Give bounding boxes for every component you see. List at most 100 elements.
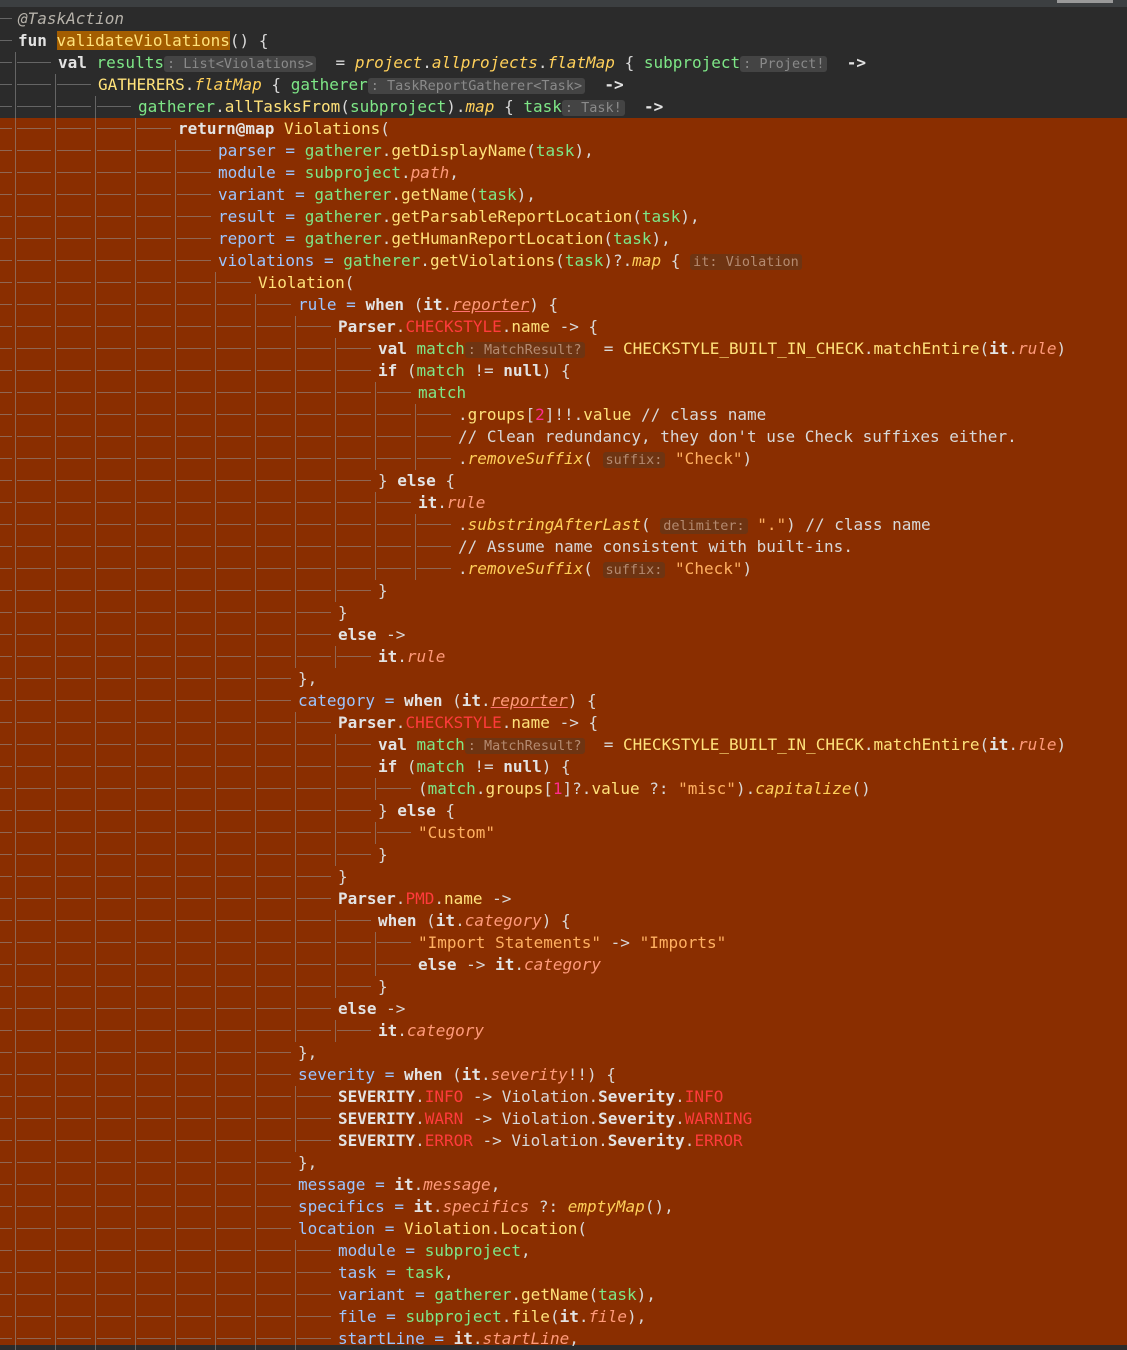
code-line[interactable]: startLine = it.startLine, — [0, 1328, 1127, 1350]
indent-guide — [55, 932, 56, 954]
code-line[interactable]: if (match != null) { — [0, 756, 1127, 778]
indent-dash — [337, 964, 371, 965]
code-line[interactable]: file = subproject.file(it.file), — [0, 1306, 1127, 1328]
code-line[interactable]: else -> — [0, 624, 1127, 646]
code-line[interactable]: if (match != null) { — [0, 360, 1127, 382]
code-line[interactable]: module = subproject.path, — [0, 162, 1127, 184]
indent-dash — [17, 766, 51, 767]
code-editor[interactable]: @TaskAction fun validateViolations() {val… — [0, 8, 1127, 1350]
code-line[interactable]: fun validateViolations() { — [0, 30, 1127, 52]
code-token: , — [521, 1241, 531, 1260]
gutter-dash — [0, 1052, 12, 1053]
code-token: it — [559, 1307, 579, 1326]
gutter-dash — [0, 1140, 12, 1141]
code-line[interactable]: location = Violation.Location( — [0, 1218, 1127, 1240]
code-token: it — [989, 735, 1009, 754]
code-line[interactable]: } — [0, 976, 1127, 998]
code-line[interactable]: severity = when (it.severity!!) { — [0, 1064, 1127, 1086]
indent-guide — [215, 822, 216, 844]
indent-dash — [217, 634, 251, 635]
code-line[interactable]: // Assume name consistent with built-ins… — [0, 536, 1127, 558]
code-token: ( — [583, 449, 603, 468]
code-line[interactable]: val match: MatchResult? = CHECKSTYLE_BUI… — [0, 734, 1127, 756]
indent-dash — [177, 898, 211, 899]
code-line[interactable]: SEVERITY.INFO -> Violation.Severity.INFO — [0, 1086, 1127, 1108]
code-line[interactable]: } — [0, 580, 1127, 602]
code-token: match — [416, 735, 465, 754]
code-line[interactable]: .removeSuffix( suffix: "Check") — [0, 558, 1127, 580]
indent-guide — [95, 294, 96, 316]
inlay-hint: : List<Violations> — [163, 56, 317, 72]
indent-dash — [177, 502, 211, 503]
code-line[interactable]: } — [0, 844, 1127, 866]
indent-guide — [295, 492, 296, 514]
indent-dash — [217, 854, 251, 855]
code-token: = — [275, 163, 305, 182]
code-line[interactable]: specifics = it.specifics ?: emptyMap(), — [0, 1196, 1127, 1218]
code-line[interactable]: .substringAfterLast( delimiter: ".") // … — [0, 514, 1127, 536]
code-line[interactable]: val results: List<Violations> = project.… — [0, 52, 1127, 74]
code-line[interactable]: parser = gatherer.getDisplayName(task), — [0, 140, 1127, 162]
code-line[interactable]: SEVERITY.ERROR -> Violation.Severity.ERR… — [0, 1130, 1127, 1152]
code-line[interactable]: variant = gatherer.getName(task), — [0, 1284, 1127, 1306]
code-line[interactable]: message = it.message, — [0, 1174, 1127, 1196]
code-line[interactable]: return@map Violations( — [0, 118, 1127, 140]
code-text: } — [338, 866, 348, 888]
indent-dash — [177, 238, 211, 239]
code-line[interactable]: SEVERITY.WARN -> Violation.Severity.WARN… — [0, 1108, 1127, 1130]
code-line[interactable]: result = gatherer.getParsableReportLocat… — [0, 206, 1127, 228]
code-line[interactable]: } — [0, 602, 1127, 624]
code-line[interactable]: rule = when (it.reporter) { — [0, 294, 1127, 316]
code-line[interactable]: Parser.CHECKSTYLE.name -> { — [0, 316, 1127, 338]
code-line[interactable]: match — [0, 382, 1127, 404]
code-line[interactable]: else -> it.category — [0, 954, 1127, 976]
indent-guide — [55, 470, 56, 492]
editor-tab-strip — [0, 0, 1127, 7]
indent-guide — [255, 338, 256, 360]
indent-guide — [255, 822, 256, 844]
code-line[interactable]: }, — [0, 1152, 1127, 1174]
indent-dash — [337, 392, 371, 393]
code-line[interactable]: category = when (it.reporter) { — [0, 690, 1127, 712]
code-line[interactable]: }, — [0, 1042, 1127, 1064]
code-line[interactable]: violations = gatherer.getViolations(task… — [0, 250, 1127, 272]
indent-dash — [377, 788, 411, 789]
code-line[interactable]: task = task, — [0, 1262, 1127, 1284]
indent-dash — [177, 1096, 211, 1097]
code-line[interactable]: gatherer.allTasksFrom(subproject).map { … — [0, 96, 1127, 118]
code-line[interactable]: it.rule — [0, 492, 1127, 514]
code-line[interactable]: "Import Statements" -> "Imports" — [0, 932, 1127, 954]
code-line[interactable]: (match.groups[1]?.value ?: "misc").capit… — [0, 778, 1127, 800]
code-line[interactable]: GATHERERS.flatMap { gatherer: TaskReport… — [0, 74, 1127, 96]
code-line[interactable]: @TaskAction — [0, 8, 1127, 30]
code-line[interactable]: report = gatherer.getHumanReportLocation… — [0, 228, 1127, 250]
indent-dash — [57, 920, 91, 921]
indent-guide — [55, 1284, 56, 1306]
code-line[interactable]: } else { — [0, 800, 1127, 822]
code-line[interactable]: val match: MatchResult? = CHECKSTYLE_BUI… — [0, 338, 1127, 360]
code-line[interactable]: else -> — [0, 998, 1127, 1020]
code-text: startLine = it.startLine, — [338, 1328, 579, 1350]
code-line[interactable]: } else { — [0, 470, 1127, 492]
code-line[interactable]: it.category — [0, 1020, 1127, 1042]
code-text: it.rule — [418, 492, 485, 514]
code-line[interactable]: } — [0, 866, 1127, 888]
indent-dash — [17, 1206, 51, 1207]
code-line[interactable]: Violation( — [0, 272, 1127, 294]
code-line[interactable]: Parser.CHECKSTYLE.name -> { — [0, 712, 1127, 734]
code-line[interactable]: it.rule — [0, 646, 1127, 668]
code-line[interactable]: variant = gatherer.getName(task), — [0, 184, 1127, 206]
code-line[interactable]: // Clean redundancy, they don't use Chec… — [0, 426, 1127, 448]
code-line[interactable]: module = subproject, — [0, 1240, 1127, 1262]
indent-dash — [137, 1074, 171, 1075]
indent-dash — [57, 986, 91, 987]
code-line[interactable]: when (it.category) { — [0, 910, 1127, 932]
scroll-thumb[interactable] — [1057, 0, 1113, 3]
indent-guide — [215, 1086, 216, 1108]
code-line[interactable]: .removeSuffix( suffix: "Check") — [0, 448, 1127, 470]
code-line[interactable]: Parser.PMD.name -> — [0, 888, 1127, 910]
code-line[interactable]: .groups[2]!!.value // class name — [0, 404, 1127, 426]
code-line[interactable]: }, — [0, 668, 1127, 690]
code-line[interactable]: "Custom" — [0, 822, 1127, 844]
